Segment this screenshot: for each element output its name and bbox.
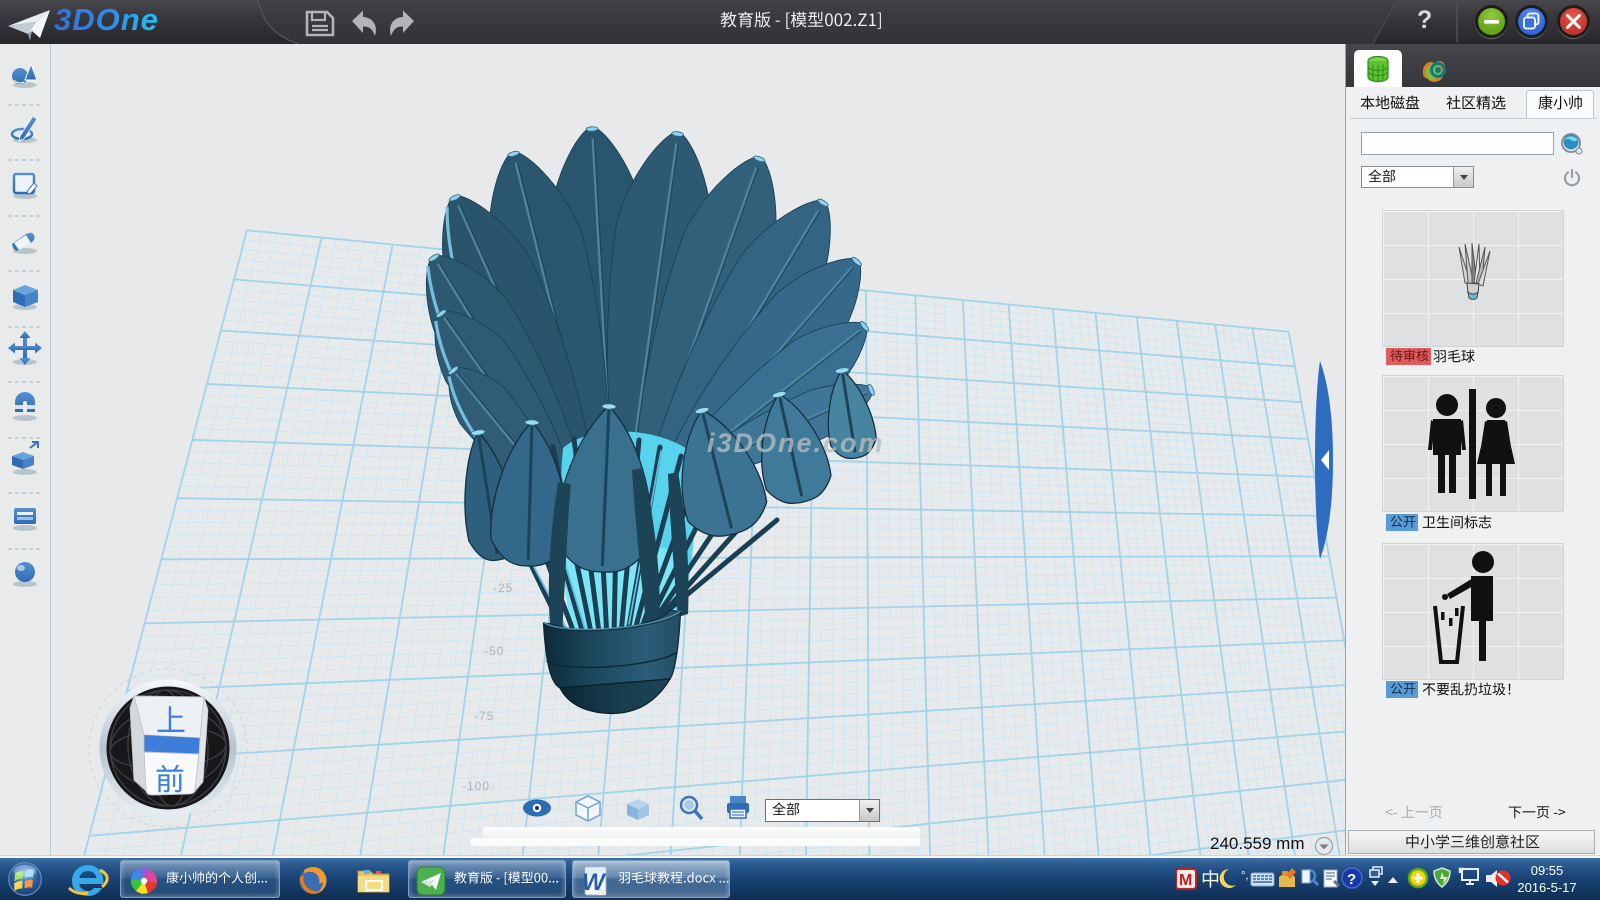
svg-text:M: M xyxy=(1179,872,1192,889)
svg-text:°,: °, xyxy=(1241,870,1248,882)
svg-text:?: ? xyxy=(1347,871,1356,888)
